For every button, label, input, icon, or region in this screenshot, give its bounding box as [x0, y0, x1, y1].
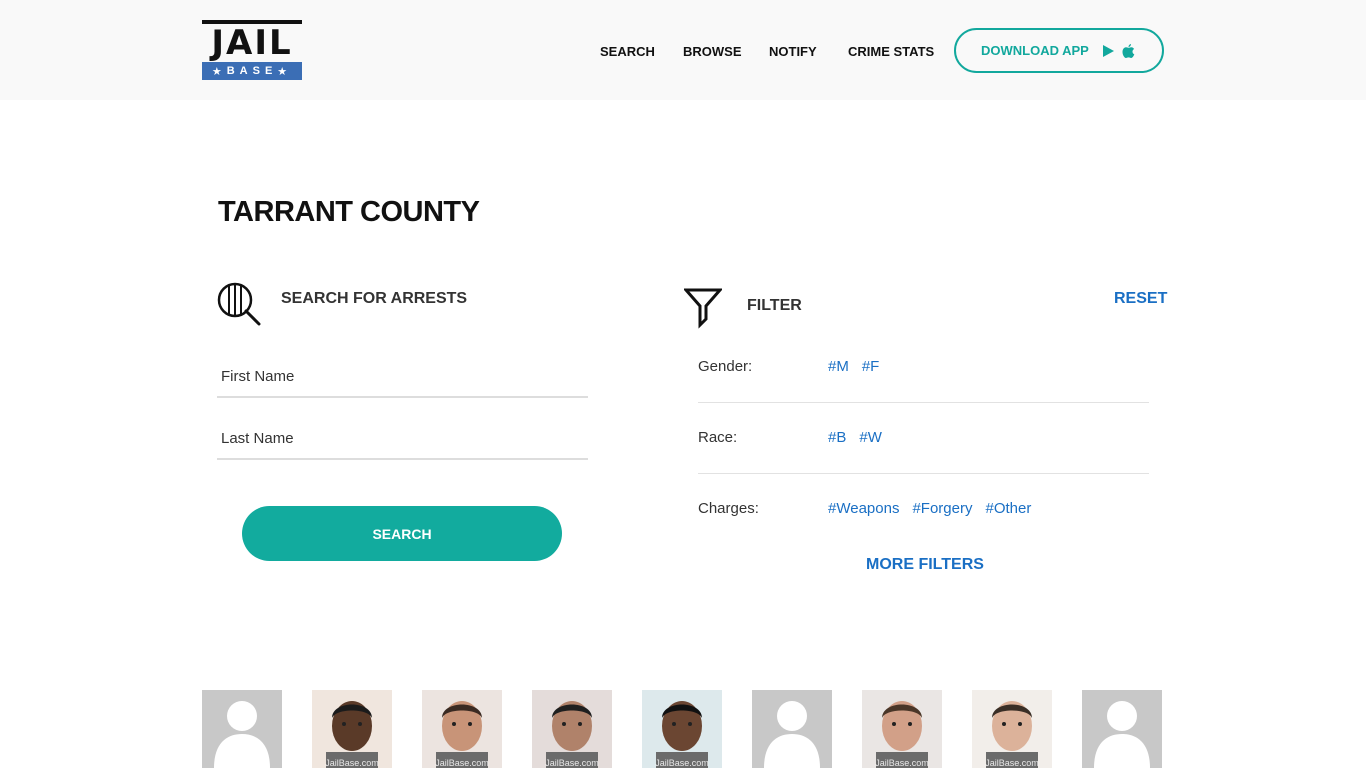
logo-star-icon: ★	[277, 65, 293, 78]
app-store-icons	[1102, 43, 1135, 58]
filter-tags: #B #W	[828, 429, 882, 446]
download-app-button[interactable]: DOWNLOAD APP	[954, 28, 1164, 73]
watermark-text: JailBase.com	[655, 758, 709, 768]
logo-subword: ★ BASE ★	[202, 62, 302, 80]
filter-tag-w[interactable]: #W	[859, 429, 882, 446]
nav-browse[interactable]: BROWSE	[683, 44, 742, 59]
search-section-heading: SEARCH FOR ARRESTS	[281, 290, 468, 307]
filter-tags: #Weapons #Forgery #Other	[828, 500, 1031, 517]
filter-tag-weapons[interactable]: #Weapons	[828, 500, 899, 517]
mugshot-thumbnail[interactable]: JailBase.com	[642, 690, 722, 768]
filter-row-label: Gender:	[698, 358, 753, 375]
last-name-field[interactable]: Last Name	[217, 424, 588, 460]
mugshot-placeholder[interactable]	[1082, 690, 1162, 768]
filter-row-charges: Charges: #Weapons #Forgery #Other	[698, 474, 1149, 534]
filter-row-gender: Gender: #M #F	[698, 332, 1149, 403]
watermark-text: JailBase.com	[545, 758, 599, 768]
logo-subword-text: BASE	[226, 65, 278, 77]
mugshot-thumbnail[interactable]: JailBase.com	[422, 690, 502, 768]
filter-tag-b[interactable]: #B	[828, 429, 846, 446]
filter-row-label: Charges:	[698, 500, 759, 517]
mugshot-placeholder[interactable]	[202, 690, 282, 768]
nav-crime-stats[interactable]: CRIME STATS	[848, 44, 934, 59]
google-play-icon	[1102, 44, 1114, 57]
mugshot-thumbnail[interactable]: JailBase.com	[972, 690, 1052, 768]
filter-row-label: Race:	[698, 429, 738, 446]
mugshot-placeholder[interactable]	[752, 690, 832, 768]
filter-tag-m[interactable]: #M	[828, 358, 849, 375]
watermark-text: JailBase.com	[875, 758, 929, 768]
nav-search[interactable]: SEARCH	[600, 44, 655, 59]
nav-notify[interactable]: NOTIFY	[769, 44, 817, 59]
search-button[interactable]: SEARCH	[242, 506, 562, 561]
search-icon	[217, 282, 261, 326]
filter-tags: #M #F	[828, 358, 879, 375]
jailbase-logo[interactable]: JAIL ★ BASE ★	[202, 20, 302, 80]
filter-tag-f[interactable]: #F	[862, 358, 880, 375]
watermark-text: JailBase.com	[325, 758, 379, 768]
filter-tag-other[interactable]: #Other	[985, 500, 1031, 517]
filter-row-race: Race: #B #W	[698, 403, 1149, 474]
filter-funnel-icon	[684, 288, 722, 329]
watermark-text: JailBase.com	[985, 758, 1039, 768]
logo-star-icon: ★	[211, 65, 227, 78]
apple-icon	[1122, 43, 1135, 58]
site-header: JAIL ★ BASE ★ SEARCH BROWSE NOTIFY CRIME S…	[0, 0, 1366, 100]
reset-filters-link[interactable]: RESET	[1114, 290, 1167, 308]
filter-heading: FILTER	[747, 297, 802, 314]
mugshot-thumbnail[interactable]: JailBase.com	[532, 690, 612, 768]
page-title: TARRANT COUNTY	[218, 196, 480, 228]
mugshot-thumbnail[interactable]: JailBase.com	[312, 690, 392, 768]
watermark-text: JailBase.com	[435, 758, 489, 768]
logo-wordmark: JAIL	[202, 20, 302, 62]
filter-tag-forgery[interactable]: #Forgery	[912, 500, 972, 517]
mugshot-thumbnail[interactable]: JailBase.com	[862, 690, 942, 768]
download-app-label: DOWNLOAD APP	[981, 43, 1089, 58]
more-filters-link[interactable]: MORE FILTERS	[866, 556, 984, 574]
first-name-field[interactable]: First Name	[217, 362, 588, 398]
